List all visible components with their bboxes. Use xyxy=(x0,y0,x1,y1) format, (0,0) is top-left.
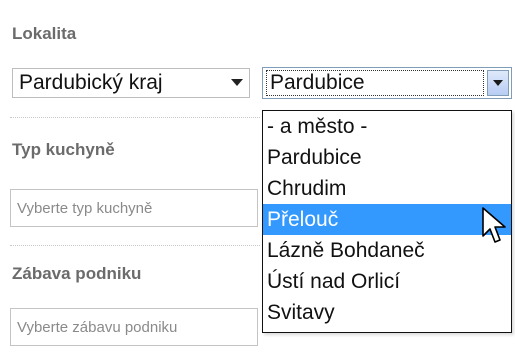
dropdown-arrow-icon xyxy=(493,79,503,86)
cuisine-label: Typ kuchyně xyxy=(12,140,115,159)
city-select[interactable]: Pardubice xyxy=(262,67,512,99)
city-dropdown-button[interactable] xyxy=(487,70,509,96)
lokalita-label: Lokalita xyxy=(12,24,77,43)
city-option[interactable]: Chrudim xyxy=(263,173,511,204)
city-dropdown-list[interactable]: - a město - Pardubice Chrudim Přelouč Lá… xyxy=(262,110,512,333)
region-select-value: Pardubický kraj xyxy=(19,71,163,94)
separator xyxy=(10,117,260,118)
separator xyxy=(10,245,260,246)
city-option[interactable]: Svitavy xyxy=(263,297,511,328)
city-select-value: Pardubice xyxy=(266,70,484,96)
city-option[interactable]: - a město - xyxy=(263,111,511,142)
cuisine-input[interactable] xyxy=(10,189,258,227)
city-option-highlighted[interactable]: Přelouč xyxy=(263,204,511,235)
city-option[interactable]: Pardubice xyxy=(263,142,511,173)
city-option[interactable]: Lázně Bohdaneč xyxy=(263,235,511,266)
entertainment-label: Zábava podniku xyxy=(12,264,142,283)
city-option[interactable]: Ústí nad Orlicí xyxy=(263,266,511,297)
region-select[interactable]: Pardubický kraj xyxy=(12,68,250,98)
dropdown-arrow-icon xyxy=(225,79,249,87)
entertainment-input[interactable] xyxy=(10,308,258,346)
